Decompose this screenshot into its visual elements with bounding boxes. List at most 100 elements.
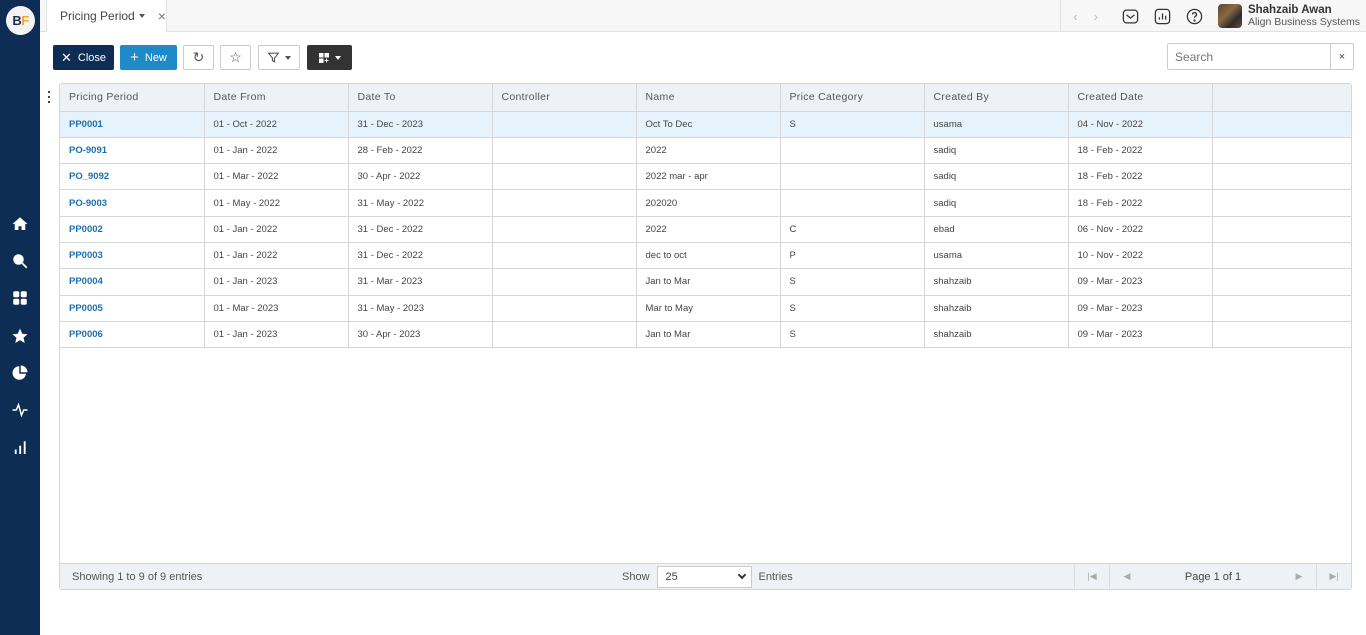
- table-cell: [492, 242, 637, 270]
- column-header[interactable]: Created Date: [1068, 84, 1213, 112]
- table-cell: 28 - Feb - 2022: [348, 137, 493, 165]
- table-cell: 31 - Mar - 2023: [348, 268, 493, 296]
- table-cell: [492, 321, 637, 349]
- table-row[interactable]: PO-9091 01 - Jan - 2022 28 - Feb - 2022 202…: [60, 137, 1351, 165]
- table-row[interactable]: PP0001 01 - Oct - 2022 31 - Dec - 2023 Oct …: [60, 111, 1351, 138]
- refresh-button[interactable]: ↻: [183, 45, 214, 70]
- home-icon[interactable]: [9, 213, 31, 235]
- column-header[interactable]: Price Category: [780, 84, 925, 112]
- table-row[interactable]: PP0004 01 - Jan - 2023 31 - Mar - 2023 Jan …: [60, 268, 1351, 296]
- pricing-period-link[interactable]: PP0005: [60, 295, 205, 322]
- table-cell: 01 - Mar - 2022: [204, 163, 349, 191]
- pricing-period-link[interactable]: PP0002: [60, 216, 205, 243]
- pricing-period-link[interactable]: PP0001: [60, 111, 205, 138]
- dashboard-icon[interactable]: [9, 287, 31, 309]
- table-row[interactable]: PP0002 01 - Jan - 2022 31 - Dec - 2022 2022…: [60, 216, 1351, 243]
- first-page-icon[interactable]: |◀: [1075, 564, 1109, 589]
- table-cell: [780, 137, 925, 165]
- table-row[interactable]: PP0006 01 - Jan - 2023 30 - Apr - 2023 Jan …: [60, 321, 1351, 349]
- close-button[interactable]: ✕ Close: [53, 45, 114, 70]
- forward-arrow-icon[interactable]: ›: [1094, 9, 1098, 24]
- top-right-area: ‹ › Shahzaib Awan Align Business Systems: [1060, 0, 1366, 32]
- table-cell: C: [780, 216, 925, 243]
- star-icon[interactable]: [9, 325, 31, 347]
- pricing-period-link[interactable]: PP0003: [60, 242, 205, 270]
- pie-chart-icon[interactable]: [9, 362, 31, 384]
- table-cell: 01 - Jan - 2022: [204, 242, 349, 270]
- pricing-period-link[interactable]: PO-9091: [60, 137, 205, 165]
- table-cell: [492, 137, 637, 165]
- table-cell: Mar to May: [636, 295, 781, 322]
- mail-icon[interactable]: [1120, 5, 1142, 27]
- column-header[interactable]: Name: [636, 84, 781, 112]
- table-cell: 202020: [636, 189, 781, 217]
- column-header[interactable]: [1212, 84, 1351, 112]
- table-cell: 18 - Feb - 2022: [1068, 189, 1213, 217]
- column-header[interactable]: Pricing Period: [60, 84, 205, 112]
- table-cell: sadiq: [924, 163, 1069, 191]
- clear-search-icon[interactable]: ×: [1330, 44, 1353, 69]
- help-icon[interactable]: [1184, 5, 1206, 27]
- table-row[interactable]: PP0003 01 - Jan - 2022 31 - Dec - 2022 dec …: [60, 242, 1351, 270]
- grid-options-icon[interactable]: [45, 90, 53, 104]
- search-icon[interactable]: [9, 250, 31, 272]
- pricing-period-link[interactable]: PO-9003: [60, 189, 205, 217]
- top-bar: Pricing Period × ‹ › Shahzaib Awan Align…: [40, 0, 1366, 32]
- page-size-value: 25: [665, 570, 678, 583]
- table-cell: [1212, 321, 1351, 349]
- table-cell: usama: [924, 111, 1069, 138]
- table-cell: usama: [924, 242, 1069, 270]
- column-header[interactable]: Created By: [924, 84, 1069, 112]
- tab-label: Pricing Period: [60, 9, 135, 23]
- table-cell: [1212, 189, 1351, 217]
- next-page-icon[interactable]: ▶: [1282, 564, 1316, 589]
- search-input[interactable]: [1168, 44, 1330, 69]
- avatar[interactable]: [1217, 4, 1242, 28]
- page-size-select[interactable]: 25: [656, 565, 752, 588]
- pricing-period-link[interactable]: PP0006: [60, 321, 205, 349]
- activity-icon[interactable]: [9, 399, 31, 421]
- column-header[interactable]: Date To: [348, 84, 493, 112]
- table-row[interactable]: PO_9092 01 - Mar - 2022 30 - Apr - 2022 202…: [60, 163, 1351, 191]
- table-row[interactable]: PP0005 01 - Mar - 2023 31 - May - 2023 Mar …: [60, 295, 1351, 322]
- table-cell: [780, 189, 925, 217]
- prev-page-icon[interactable]: ◀: [1110, 564, 1144, 589]
- table-cell: 31 - May - 2022: [348, 189, 493, 217]
- column-header[interactable]: Date From: [204, 84, 349, 112]
- pricing-period-link[interactable]: PO_9092: [60, 163, 205, 191]
- table-cell: [1212, 111, 1351, 138]
- table-cell: [1212, 268, 1351, 296]
- column-header[interactable]: Controller: [492, 84, 637, 112]
- bar-chart-icon[interactable]: [9, 437, 31, 459]
- report-icon[interactable]: [1152, 5, 1174, 27]
- user-info[interactable]: Shahzaib Awan Align Business Systems: [1248, 4, 1360, 28]
- table-cell: 18 - Feb - 2022: [1068, 163, 1213, 191]
- chevron-down-icon: [285, 55, 291, 60]
- table-cell: shahzaib: [924, 295, 1069, 322]
- table-cell: [1212, 295, 1351, 322]
- filter-button[interactable]: [258, 45, 300, 70]
- pricing-period-link[interactable]: PP0004: [60, 268, 205, 296]
- table-cell: [780, 163, 925, 191]
- last-page-icon[interactable]: ▶|: [1317, 564, 1351, 589]
- table-cell: sadiq: [924, 137, 1069, 165]
- app-logo[interactable]: BF: [6, 6, 35, 35]
- table-cell: 31 - Dec - 2022: [348, 216, 493, 243]
- close-tab-icon[interactable]: ×: [158, 8, 166, 24]
- layout-button[interactable]: [307, 45, 352, 70]
- pricing-period-grid: Pricing Period Date From Date To Controller…: [59, 83, 1352, 590]
- table-cell: shahzaib: [924, 321, 1069, 349]
- tab-pricing-period[interactable]: Pricing Period ×: [46, 0, 167, 32]
- grid-add-icon: [319, 52, 329, 63]
- table-row[interactable]: PO-9003 01 - May - 2022 31 - May - 2022 202…: [60, 189, 1351, 217]
- table-cell: ebad: [924, 216, 1069, 243]
- logo-letter-b: B: [12, 13, 22, 28]
- table-cell: 31 - Dec - 2022: [348, 242, 493, 270]
- table-cell: shahzaib: [924, 268, 1069, 296]
- pagination: |◀ ◀ Page 1 of 1 ▶ ▶|: [1074, 564, 1351, 589]
- favorite-button[interactable]: ☆: [220, 45, 251, 70]
- table-cell: 01 - Jan - 2023: [204, 321, 349, 349]
- chevron-down-icon[interactable]: [138, 14, 145, 18]
- new-button[interactable]: + New: [120, 45, 177, 70]
- back-arrow-icon[interactable]: ‹: [1073, 9, 1077, 24]
